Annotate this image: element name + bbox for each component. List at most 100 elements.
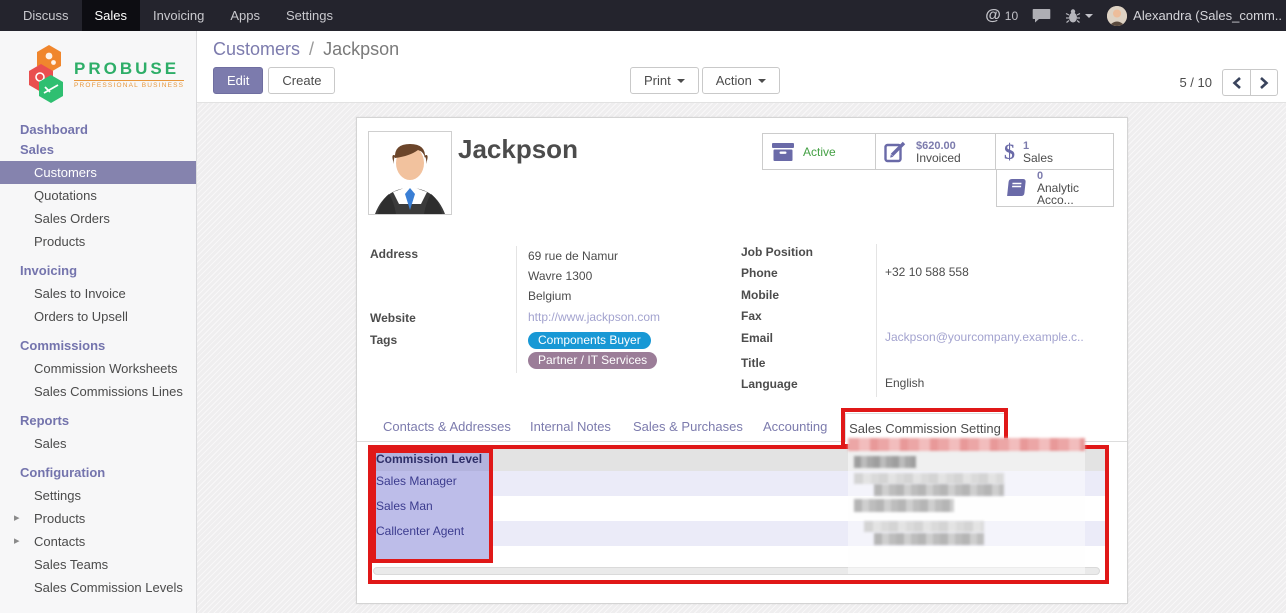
mentions-button[interactable]: @ 10 [985,7,1018,25]
invoiced-stat-button[interactable]: $620.00 Invoiced [876,133,996,170]
sidebar-item-sales-teams[interactable]: Sales Teams [0,553,196,576]
breadcrumb-customers-link[interactable]: Customers [213,39,300,59]
commission-level-column-header[interactable]: Commission Level [372,449,492,471]
phone-value: +32 10 588 558 [876,265,1116,281]
breadcrumb-separator: / [305,39,318,59]
table-row[interactable]: Callcenter Agent [372,521,1105,546]
sidebar-heading-dashboard[interactable]: Dashboard [0,117,196,141]
probuse-logo-icon [28,43,70,105]
sidebar-item-sales-commission-levels[interactable]: Sales Commission Levels [0,576,196,599]
bug-icon [1065,8,1081,24]
tab-sales-commission-setting[interactable]: Sales Commission Setting [845,413,1005,442]
email-link[interactable]: Jackpson@yourcompany.example.c.. [885,330,1084,344]
action-dropdown-button[interactable]: Action [702,67,780,94]
sidebar-item-sales-to-invoice[interactable]: Sales to Invoice [0,282,196,305]
sidebar-item-orders-to-upsell[interactable]: Orders to Upsell [0,305,196,328]
edit-button[interactable]: Edit [213,67,263,94]
sidebar-item-customers[interactable]: Customers [0,161,196,184]
control-panel: Customers / Jackpson Edit Create Print A… [197,31,1286,103]
website-link[interactable]: http://www.jackpson.com [528,310,660,324]
job-position-field: Job Position [741,244,1116,260]
sidebar-heading-commissions[interactable]: Commissions [0,328,196,357]
logo-subtitle: PROFESSIONAL BUSINESS [74,80,184,89]
sidebar-item-sales-orders[interactable]: Sales Orders [0,207,196,230]
pager-next-button[interactable] [1250,69,1278,96]
mobile-value [876,287,1116,303]
sidebar-heading-reports[interactable]: Reports [0,403,196,432]
sidebar-heading-configuration[interactable]: Configuration [0,455,196,484]
commission-level-cell: Sales Man [372,496,492,521]
partner-photo [368,131,452,215]
logo-text: PROBUSE PROFESSIONAL BUSINESS [74,59,184,89]
menu-discuss[interactable]: Discuss [10,0,82,31]
probuse-logo[interactable]: PROBUSE PROFESSIONAL BUSINESS [0,31,196,113]
sidebar-item-quotations[interactable]: Quotations [0,184,196,207]
sidebar-item-reports-sales[interactable]: Sales [0,432,196,455]
tab-internal-notes[interactable]: Internal Notes [530,419,611,434]
sidebar-item-settings[interactable]: Settings [0,484,196,507]
right-field-column: Job Position Phone +32 10 588 558 Mobile… [741,244,1116,397]
stat-buttons: Active $620.00 Invoiced [762,133,1114,207]
main-menus: Discuss Sales Invoicing Apps Settings [0,0,346,31]
title-label: Title [741,355,876,371]
commission-table-header-row: Commission Level [372,449,1105,471]
invoiced-amount: $620.00 [916,140,961,152]
app-sidebar: PROBUSE PROFESSIONAL BUSINESS Dashboard … [0,31,197,613]
sidebar-nav: Dashboard Sales Customers Quotations Sal… [0,113,196,599]
menu-invoicing[interactable]: Invoicing [140,0,217,31]
menu-settings[interactable]: Settings [273,0,346,31]
pager-previous-button[interactable] [1222,69,1250,96]
caret-down-icon [758,79,766,83]
email-label: Email [741,330,876,346]
tab-sales-purchases[interactable]: Sales & Purchases [633,419,743,434]
analytic-accounts-stat-button[interactable]: 0 Analytic Acco... [996,170,1114,207]
title-field: Title [741,355,1116,371]
partner-name-title: Jackpson [458,134,578,165]
menu-sales[interactable]: Sales [82,0,141,31]
mention-icon: @ [985,7,1001,25]
commission-level-cell: Callcenter Agent [372,521,492,546]
print-dropdown-button[interactable]: Print [630,67,699,94]
messages-button[interactable] [1032,8,1051,23]
left-field-column: Address 69 rue de Namur Wavre 1300 Belgi… [370,246,710,373]
sidebar-heading-invoicing[interactable]: Invoicing [0,253,196,282]
language-label: Language [741,376,876,392]
user-menu[interactable]: Alexandra (Sales_comm.. [1107,6,1282,26]
phone-field: Phone +32 10 588 558 [741,265,1116,281]
fax-value [876,308,1116,324]
address-city: Wavre 1300 [528,266,710,286]
sidebar-item-config-contacts[interactable]: ▸Contacts [0,530,196,553]
sidebar-item-label: Contacts [34,534,85,549]
horizontal-scrollbar[interactable] [373,567,1100,575]
expand-caret-icon: ▸ [14,511,20,524]
pager-counter: 5 / 10 [1179,75,1212,90]
sidebar-item-sales-commissions-lines[interactable]: Sales Commissions Lines [0,380,196,403]
active-stat-button[interactable]: Active [762,133,876,170]
sidebar-heading-sales[interactable]: Sales [0,141,196,161]
caret-down-icon [1085,14,1093,18]
sidebar-item-products[interactable]: Products [0,230,196,253]
tab-accounting[interactable]: Accounting [763,419,827,434]
mobile-field: Mobile [741,287,1116,303]
app-window: Discuss Sales Invoicing Apps Settings @ … [0,0,1286,613]
debug-menu-button[interactable] [1065,8,1093,24]
sidebar-item-config-products[interactable]: ▸Products [0,507,196,530]
fax-label: Fax [741,308,876,324]
print-label: Print [644,73,671,88]
row-fill [492,496,1105,521]
user-name: Alexandra (Sales_comm.. [1133,8,1282,23]
sales-stat-button[interactable]: $ 1 Sales [996,133,1114,170]
table-row[interactable]: Sales Manager [372,471,1105,496]
breadcrumb: Customers / Jackpson [213,39,399,60]
action-label: Action [716,73,752,88]
book-icon [1005,178,1029,198]
create-button[interactable]: Create [268,67,335,94]
table-row[interactable]: Sales Man [372,496,1105,521]
sidebar-item-commission-worksheets[interactable]: Commission Worksheets [0,357,196,380]
chat-bubble-icon [1032,8,1051,23]
row-fill [492,471,1105,496]
language-value: English [876,376,1116,392]
header-row-fill [492,449,1105,471]
tab-contacts-addresses[interactable]: Contacts & Addresses [383,419,511,434]
menu-apps[interactable]: Apps [217,0,273,31]
